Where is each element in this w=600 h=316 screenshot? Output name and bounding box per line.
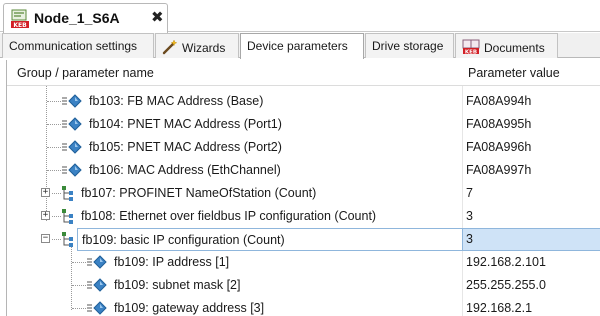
- column-header-value[interactable]: Parameter value: [468, 66, 560, 80]
- document-tab-strip: KEB Node_1_S6A ✖: [0, 0, 600, 33]
- group-tree-icon: [61, 185, 75, 205]
- tree-connector: [52, 193, 61, 194]
- parameter-name: fb103: FB MAC Address (Base): [89, 94, 264, 108]
- group-tree-icon: [61, 231, 75, 251]
- table-row[interactable]: fb103: FB MAC Address (Base) FA08A994h: [7, 90, 600, 113]
- parameter-value: 3: [466, 209, 473, 223]
- table-row[interactable]: + fb107: PROFINET NameOfStation (Count) …: [7, 182, 600, 205]
- keb-node-icon: KEB: [10, 9, 30, 32]
- svg-text:KEB: KEB: [465, 49, 477, 55]
- tree-connector: [72, 285, 86, 286]
- tab-communication-settings[interactable]: Communication settings: [2, 33, 154, 58]
- parameter-name: fb105: PNET MAC Address (Port2): [89, 140, 282, 154]
- tab-label: Documents: [484, 41, 545, 55]
- magic-wand-icon: [162, 39, 178, 58]
- parameter-icon: [86, 300, 108, 316]
- tree-connector: [72, 262, 86, 263]
- table-row[interactable]: fb109: gateway address [3] 192.168.2.1: [7, 297, 600, 316]
- parameter-name: fb106: MAC Address (EthChannel): [89, 163, 281, 177]
- parameter-group-name: fb107: PROFINET NameOfStation (Count): [81, 186, 317, 200]
- tab-label: Drive storage: [372, 39, 444, 53]
- document-tab-title: Node_1_S6A: [34, 10, 120, 26]
- expand-toggle[interactable]: +: [41, 211, 50, 220]
- parameter-group-name: fb109: basic IP configuration (Count): [77, 228, 463, 251]
- tab-label: Wizards: [182, 41, 226, 55]
- collapse-toggle[interactable]: −: [41, 234, 50, 243]
- parameter-value: 3: [466, 232, 473, 246]
- parameter-value: 255.255.255.0: [466, 278, 546, 292]
- parameter-group-name: fb108: Ethernet over fieldbus IP configu…: [81, 209, 377, 223]
- parameter-icon: [86, 277, 108, 296]
- tab-drive-storage[interactable]: Drive storage: [365, 33, 454, 58]
- tab-label: Device parameters: [247, 39, 348, 53]
- tree-connector: [47, 170, 61, 171]
- parameter-icon: [61, 162, 83, 181]
- parameter-name: fb109: subnet mask [2]: [114, 278, 241, 292]
- grid-header: Group / parameter name Parameter value: [7, 60, 600, 86]
- close-icon[interactable]: ✖: [151, 8, 164, 26]
- tab-wizards[interactable]: Wizards: [155, 33, 239, 58]
- parameter-value: 192.168.2.101: [466, 255, 546, 269]
- table-row[interactable]: + fb108: Ethernet over fieldbus IP confi…: [7, 205, 600, 228]
- table-row[interactable]: fb109: subnet mask [2] 255.255.255.0: [7, 274, 600, 297]
- document-tab[interactable]: KEB Node_1_S6A ✖: [3, 3, 168, 33]
- parameter-name: fb109: IP address [1]: [114, 255, 230, 269]
- tree-connector: [52, 216, 61, 217]
- parameter-value: FA08A997h: [466, 163, 532, 177]
- tab-label: Communication settings: [9, 39, 138, 53]
- parameter-icon: [61, 93, 83, 112]
- tree-connector: [47, 147, 61, 148]
- tree-connector: [47, 101, 61, 102]
- parameter-icon: [61, 139, 83, 158]
- parameter-value: FA08A996h: [466, 140, 532, 154]
- table-row-selected[interactable]: − fb109: basic IP configuration (Count) …: [7, 228, 600, 251]
- parameter-value: 7: [466, 186, 473, 200]
- tab-device-parameters[interactable]: Device parameters: [240, 33, 364, 59]
- parameter-icon: [61, 116, 83, 135]
- parameter-value: FA08A995h: [466, 117, 532, 131]
- table-row[interactable]: fb104: PNET MAC Address (Port1) FA08A995…: [7, 113, 600, 136]
- tab-documents[interactable]: KEB Documents: [455, 33, 558, 58]
- keb-book-icon: KEB: [462, 39, 480, 58]
- tree-connector: [72, 308, 86, 309]
- table-row[interactable]: fb105: PNET MAC Address (Port2) FA08A996…: [7, 136, 600, 159]
- svg-text:KEB: KEB: [13, 22, 27, 29]
- parameter-icon: [86, 254, 108, 273]
- tree-connector: [52, 239, 61, 240]
- expand-toggle[interactable]: +: [41, 188, 50, 197]
- column-header-name[interactable]: Group / parameter name: [17, 66, 154, 80]
- tab-bar: Communication settings Wizards Device pa…: [0, 33, 600, 59]
- selection-highlight: [463, 228, 600, 251]
- table-row[interactable]: fb109: IP address [1] 192.168.2.101: [7, 251, 600, 274]
- parameter-value: 192.168.2.1: [466, 301, 533, 315]
- parameter-tree-grid: Group / parameter name Parameter value f…: [6, 60, 600, 316]
- table-row[interactable]: fb106: MAC Address (EthChannel) FA08A997…: [7, 159, 600, 182]
- parameter-name: fb104: PNET MAC Address (Port1): [89, 117, 282, 131]
- tree-connector: [47, 124, 61, 125]
- group-tree-icon: [61, 208, 75, 228]
- parameter-name: fb109: gateway address [3]: [114, 301, 265, 315]
- parameter-value: FA08A994h: [466, 94, 532, 108]
